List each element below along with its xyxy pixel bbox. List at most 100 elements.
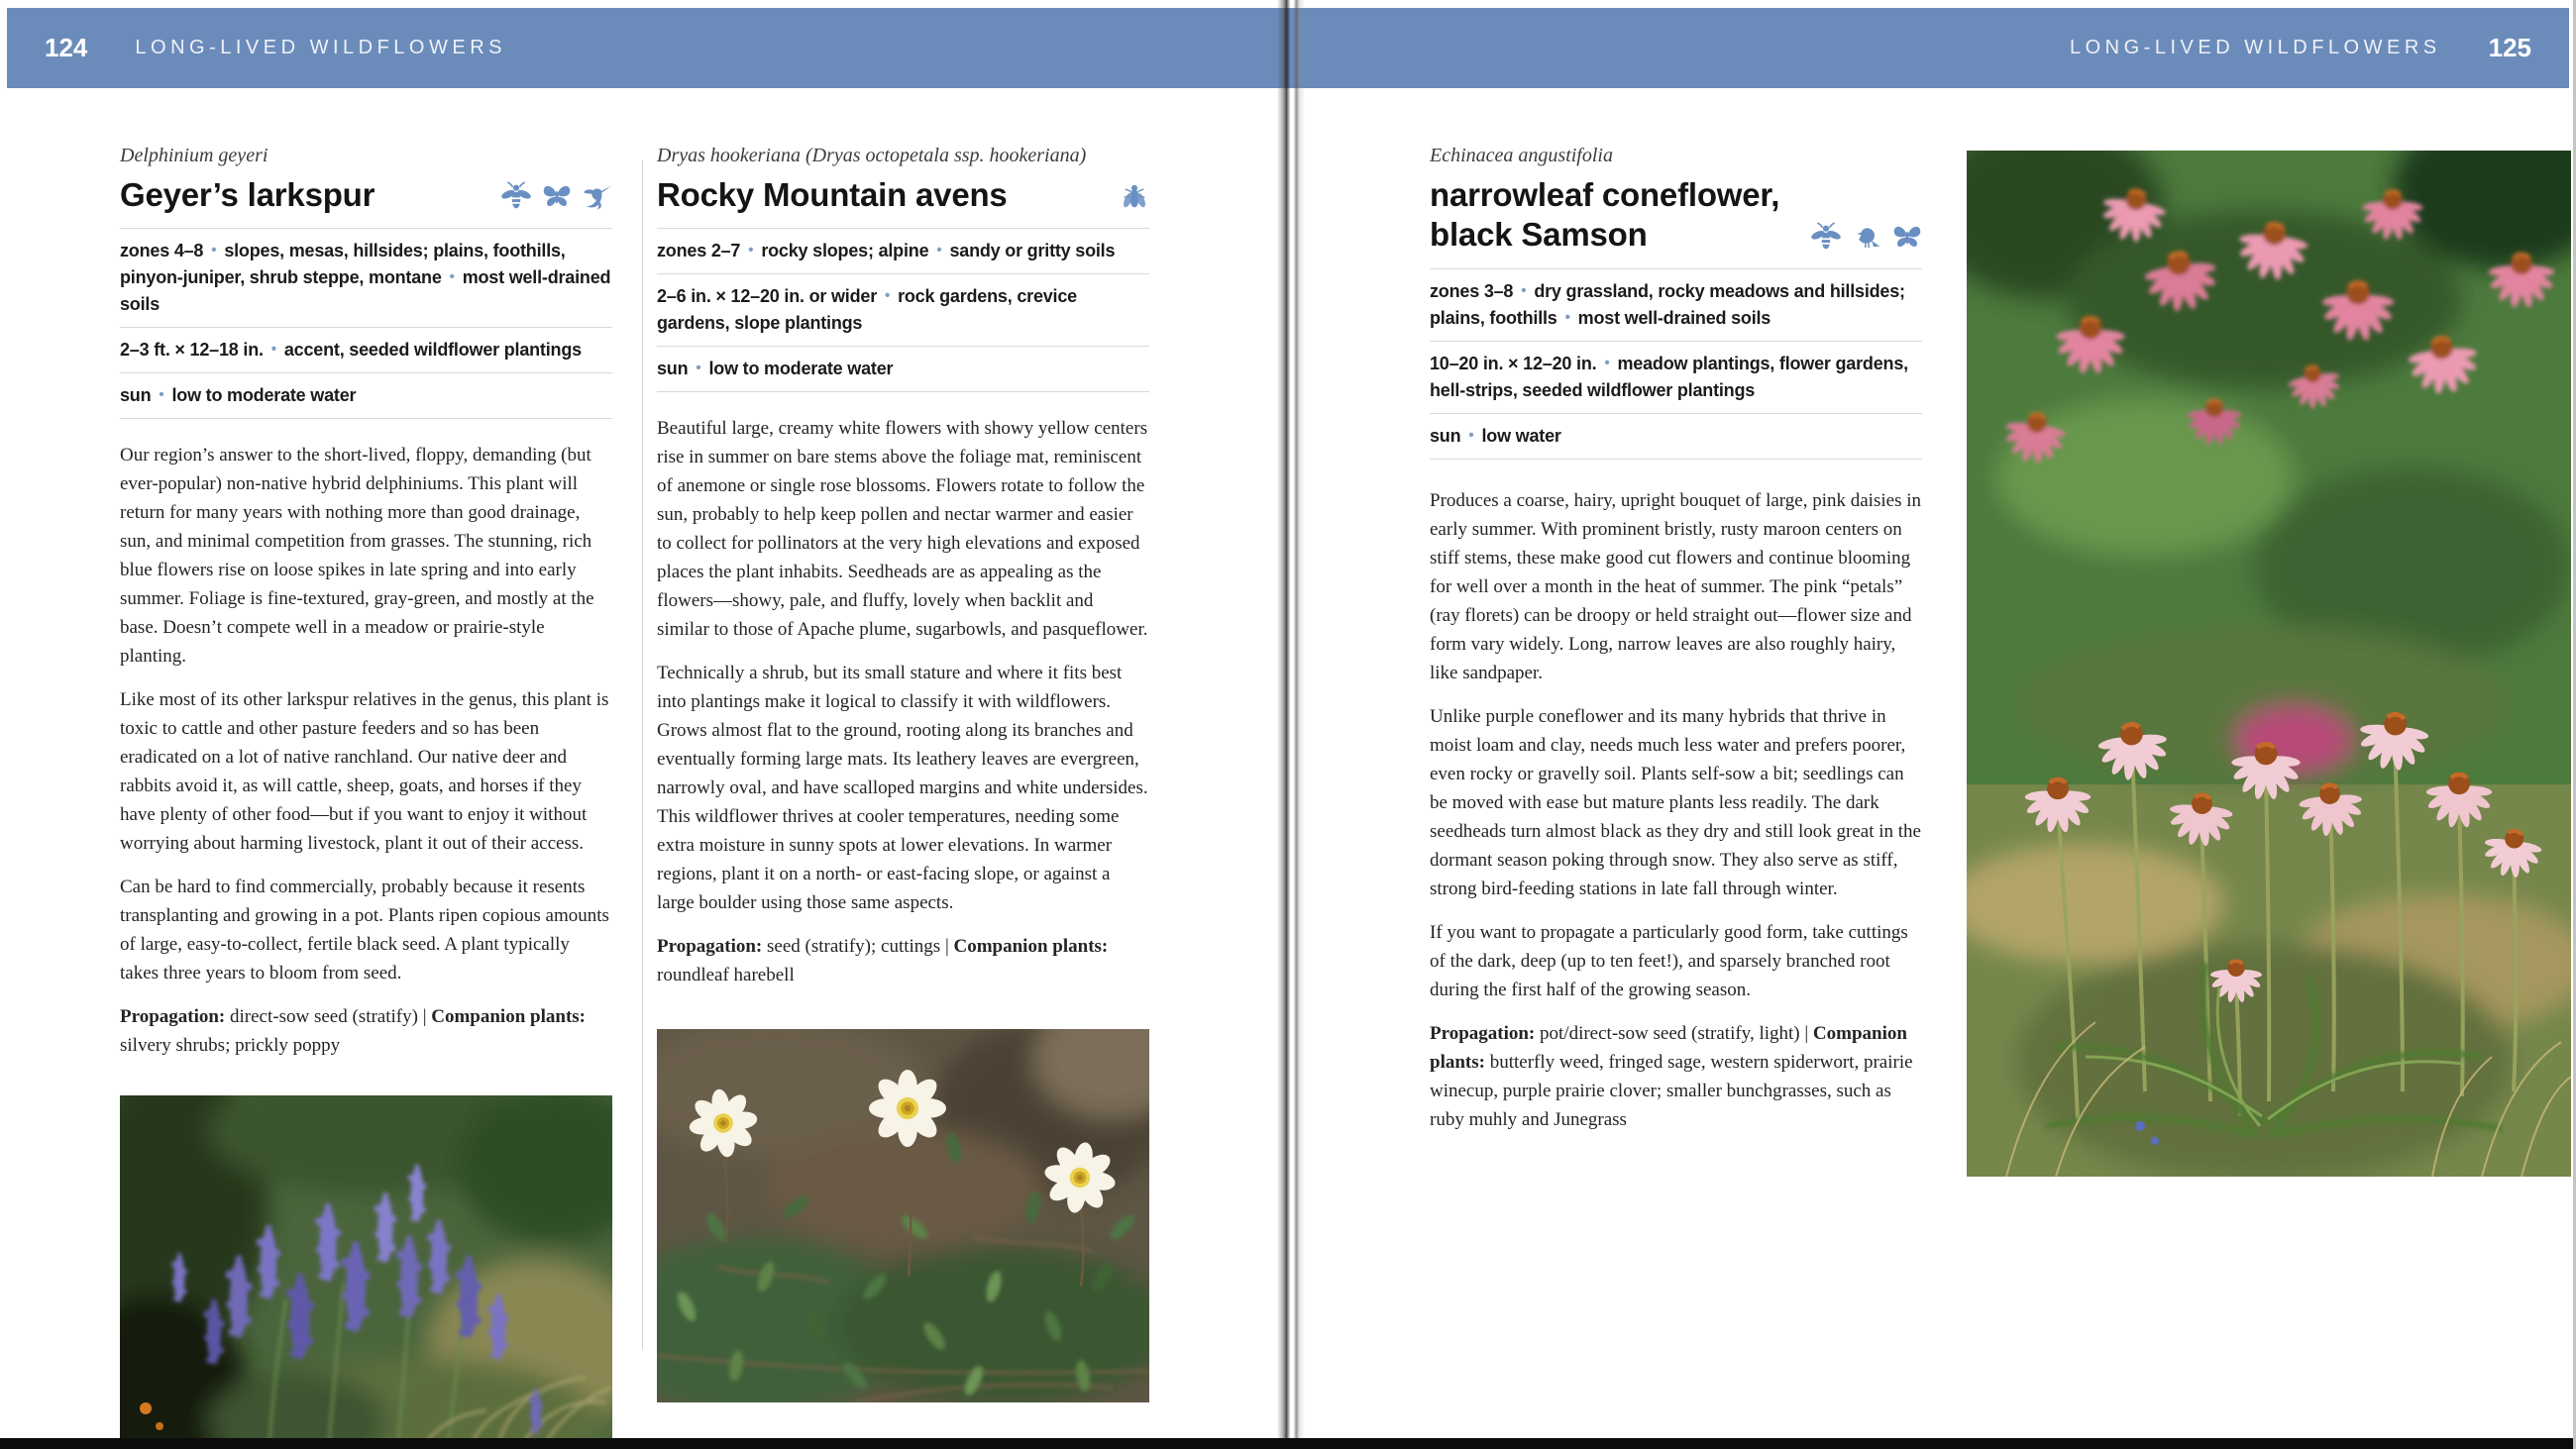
bee-icon: [1811, 222, 1841, 252]
info-block: zones 2–7 • rocky slopes; alpine • sandy or …: [657, 228, 1149, 392]
propagation-value: direct-sow seed (stratify) |: [225, 1006, 431, 1027]
bullet-separator: •: [1565, 309, 1570, 326]
info-block: zones 4–8•slopes, mesas, hillsides; plai…: [120, 228, 612, 419]
info-row-habitat: zones 4–8•slopes, mesas, hillsides; plai…: [120, 229, 612, 328]
common-name: Geyer’s larkspur: [120, 175, 375, 215]
info-segment: low water: [1481, 426, 1560, 446]
paragraph: If you want to propagate a particularly …: [1430, 918, 1922, 1004]
bullet-separator: •: [450, 268, 455, 285]
bullet-separator: •: [1604, 355, 1609, 371]
common-name: narrowleaf coneflower,black Samson: [1430, 175, 1779, 256]
species-name: Delphinium geyeri: [120, 144, 612, 168]
info-segment: rocky slopes; alpine: [761, 241, 928, 260]
page-number-right: 125: [2489, 33, 2531, 63]
companion-value: butterfly weed, fringed sage, western sp…: [1430, 1052, 1913, 1130]
companion-label: Companion plants:: [954, 936, 1109, 957]
species-name: Echinacea angustifolia: [1430, 144, 1922, 168]
entry-geyers-larkspur: Delphinium geyeri Geyer’s larkspur zones…: [120, 144, 612, 1449]
title-row: Geyer’s larkspur: [120, 175, 612, 215]
propagation-line: Propagation: direct-sow seed (stratify) …: [120, 1002, 612, 1060]
bullet-separator: •: [1521, 282, 1526, 299]
hummingbird-icon: [583, 181, 612, 211]
info-segment: zones 2–7: [657, 241, 740, 260]
propagation-value: seed (stratify); cuttings |: [762, 936, 953, 957]
butterfly-icon: [542, 181, 572, 211]
bullet-separator: •: [748, 242, 753, 259]
section-title-right: LONG-LIVED WILDFLOWERS: [2070, 37, 2441, 59]
pollinator-icons: [1120, 181, 1149, 215]
book-spread: 124 LONG-LIVED WILDFLOWERS LONG-LIVED WI…: [0, 0, 2576, 1449]
info-row-light-water: sun • low water: [1430, 414, 1922, 460]
bullet-separator: •: [211, 242, 216, 259]
propagation-line: Propagation: pot/direct-sow seed (strati…: [1430, 1019, 1922, 1134]
info-row-habitat: zones 3–8•dry grassland, rocky meadows a…: [1430, 269, 1922, 342]
bird-icon: [1852, 222, 1881, 252]
info-segment: zones 3–8: [1430, 281, 1513, 301]
info-segment: 10–20 in. × 12–20 in.: [1430, 354, 1596, 373]
bullet-separator: •: [885, 287, 890, 304]
info-row-size-use: 2–3 ft. × 12–18 in. • accent, seeded wildf…: [120, 328, 612, 373]
pollinator-icons: [1811, 222, 1922, 256]
info-row-size-use: 2–6 in. × 12–20 in. or wider•rock garden…: [657, 274, 1149, 347]
avens-photo: [657, 1029, 1149, 1402]
paragraph: Technically a shrub, but its small statu…: [657, 659, 1149, 917]
info-segment: accent, seeded wildflower plantings: [284, 340, 582, 360]
propagation-label: Propagation:: [120, 1006, 225, 1027]
fly-icon: [1120, 181, 1149, 211]
bullet-separator: •: [1468, 427, 1473, 444]
species-name: Dryas hookeriana (Dryas octopetala ssp. …: [657, 144, 1149, 168]
coneflower-photo: [1967, 151, 2571, 1177]
companion-label: Companion plants:: [431, 1006, 586, 1027]
info-row-light-water: sun•low to moderate water: [657, 347, 1149, 392]
info-row-size-use: 10–20 in. × 12–20 in.•meadow plantings, …: [1430, 342, 1922, 414]
title-row: narrowleaf coneflower,black Samson: [1430, 175, 1922, 256]
info-segment: sun: [1430, 426, 1460, 446]
entry-body: Produces a coarse, hairy, upright bouque…: [1430, 486, 1922, 1134]
common-name-line1: narrowleaf coneflower,: [1430, 176, 1779, 213]
bullet-separator: •: [936, 242, 941, 259]
entry-body: Beautiful large, creamy white flowers wi…: [657, 414, 1149, 989]
info-segment: zones 4–8: [120, 241, 203, 260]
paragraph: Our region’s answer to the short-lived, …: [120, 441, 612, 671]
info-row-habitat: zones 2–7 • rocky slopes; alpine • sandy or …: [657, 229, 1149, 274]
entry-rocky-mountain-avens: Dryas hookeriana (Dryas octopetala ssp. …: [657, 144, 1149, 1402]
companion-value: roundleaf harebell: [657, 965, 795, 985]
bullet-separator: •: [696, 360, 700, 376]
entry-body: Our region’s answer to the short-lived, …: [120, 441, 612, 1060]
bullet-separator: •: [159, 386, 163, 403]
paragraph: Can be hard to find commercially, probab…: [120, 873, 612, 987]
companion-value: silvery shrubs; prickly poppy: [120, 1035, 340, 1056]
info-segment: most well-drained soils: [1578, 308, 1771, 328]
propagation-label: Propagation:: [1430, 1023, 1535, 1044]
larkspur-photo: [120, 1095, 612, 1449]
info-segment: sandy or gritty soils: [949, 241, 1115, 260]
info-segment: low to moderate water: [171, 385, 356, 405]
pollinator-icons: [501, 181, 612, 215]
butterfly-icon: [1892, 222, 1922, 252]
page-gutter: [1277, 0, 1305, 1449]
paragraph: Beautiful large, creamy white flowers wi…: [657, 414, 1149, 644]
header-left: 124 LONG-LIVED WILDFLOWERS: [45, 33, 506, 63]
propagation-line: Propagation: seed (stratify); cuttings |…: [657, 932, 1149, 989]
info-block: zones 3–8•dry grassland, rocky meadows a…: [1430, 268, 1922, 460]
paragraph: Like most of its other larkspur relative…: [120, 685, 612, 858]
header-right: LONG-LIVED WILDFLOWERS 125: [2070, 33, 2531, 63]
bee-icon: [501, 181, 531, 211]
common-name: Rocky Mountain avens: [657, 175, 1008, 215]
entry-narrowleaf-coneflower: Echinacea angustifolia narrowleaf conefl…: [1430, 144, 1922, 1149]
section-title-left: LONG-LIVED WILDFLOWERS: [135, 37, 506, 59]
propagation-value: pot/direct-sow seed (stratify, light) |: [1535, 1023, 1813, 1044]
info-segment: 2–3 ft. × 12–18 in.: [120, 340, 264, 360]
title-row: Rocky Mountain avens: [657, 175, 1149, 215]
paragraph: Unlike purple coneflower and its many hy…: [1430, 702, 1922, 903]
paragraph: Produces a coarse, hairy, upright bouque…: [1430, 486, 1922, 687]
bullet-separator: •: [271, 341, 276, 358]
info-segment: low to moderate water: [708, 359, 893, 378]
propagation-label: Propagation:: [657, 936, 762, 957]
scan-bottom-edge: [0, 1438, 2576, 1449]
column-divider: [642, 160, 643, 1349]
info-segment: 2–6 in. × 12–20 in. or wider: [657, 286, 877, 306]
page-number-left: 124: [45, 33, 87, 63]
info-row-light-water: sun • low to moderate water: [120, 373, 612, 419]
info-segment: sun: [120, 385, 151, 405]
